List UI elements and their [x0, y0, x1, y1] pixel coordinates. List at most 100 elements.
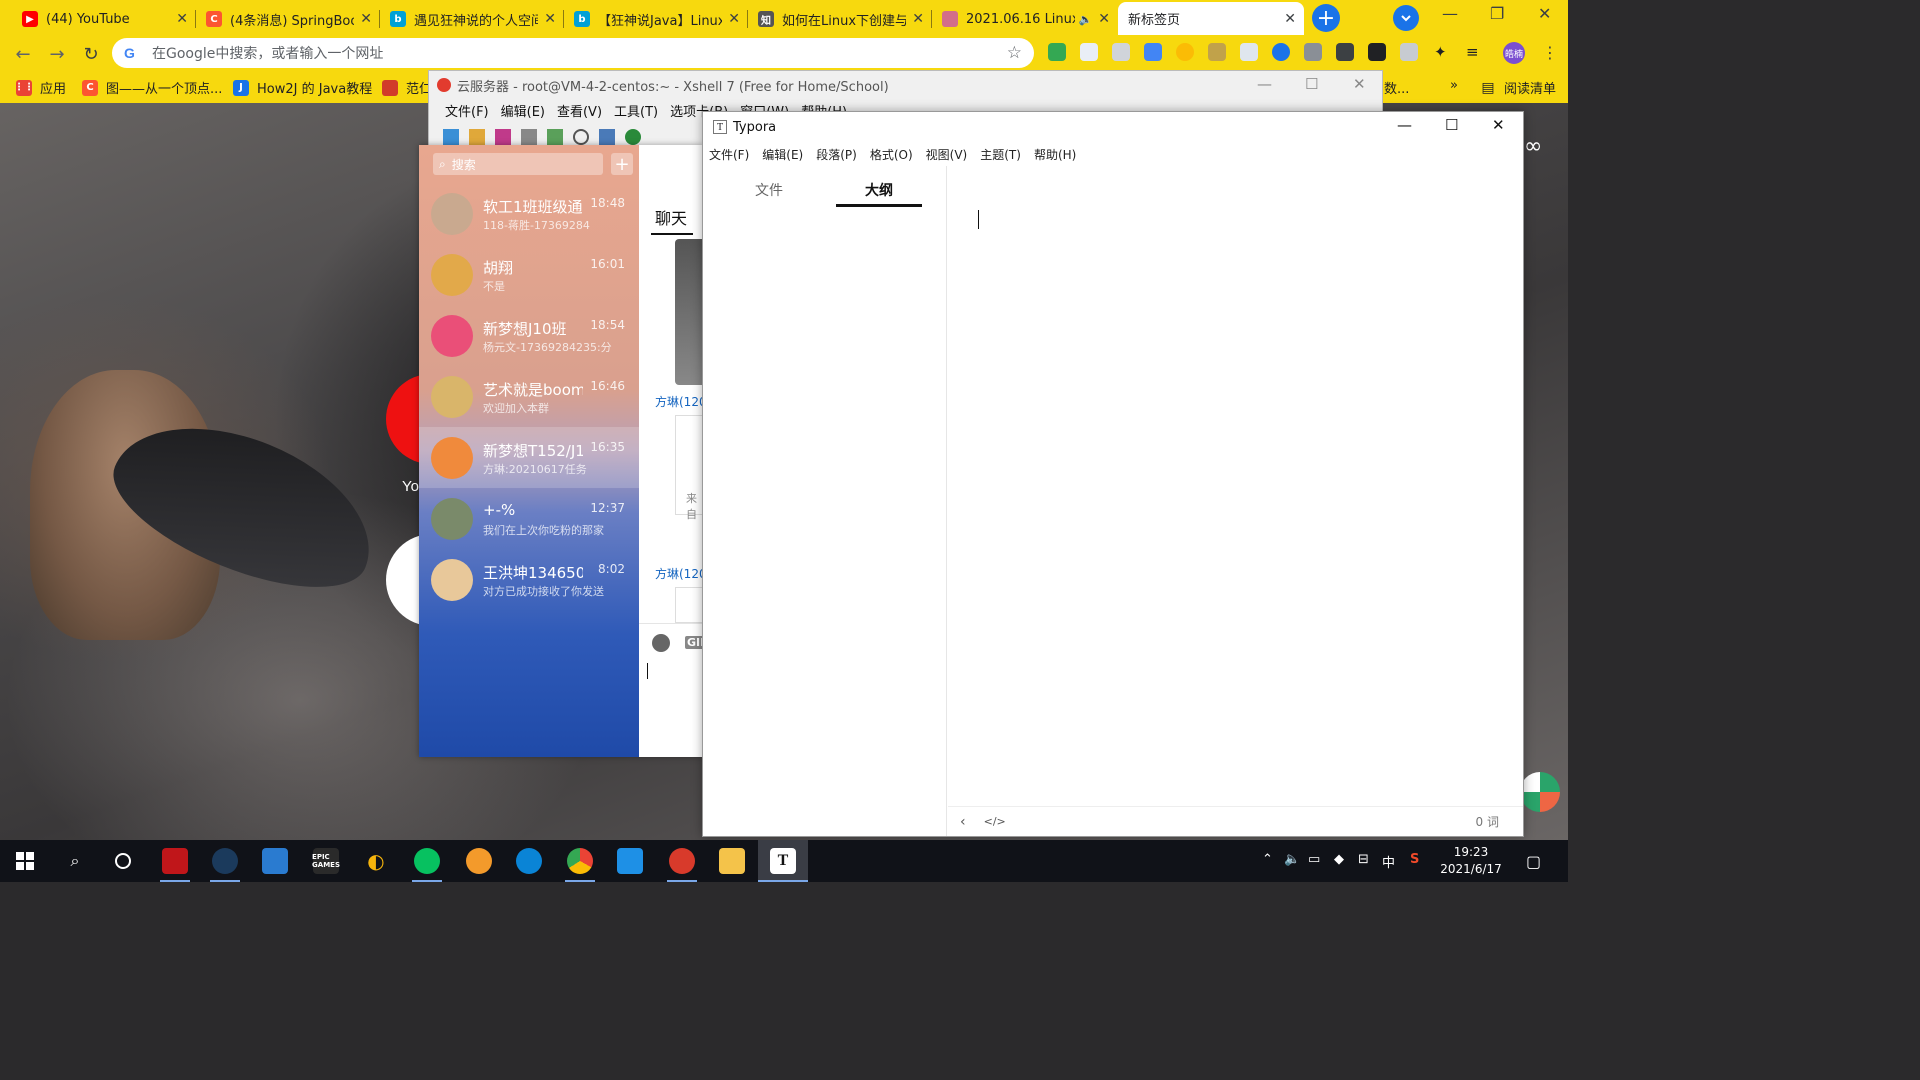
- disconnect-icon[interactable]: [521, 129, 537, 145]
- qq-conversation-item-selected[interactable]: 新梦想T152/J1 16:35 方琳:20210617任务: [419, 427, 639, 488]
- qq-add-button[interactable]: +: [611, 153, 633, 175]
- properties-icon[interactable]: [599, 129, 615, 145]
- restore-icon[interactable]: ❐: [1490, 4, 1504, 23]
- globe-icon[interactable]: [625, 129, 641, 145]
- xshell-menu-view[interactable]: 查看(V): [557, 101, 602, 120]
- typora-maximize-icon[interactable]: ☐: [1445, 116, 1458, 134]
- close-icon[interactable]: ✕: [728, 11, 740, 27]
- sogou-icon[interactable]: S: [1410, 852, 1419, 867]
- control-panel-icon[interactable]: [262, 848, 288, 874]
- close-window-icon[interactable]: ✕: [1538, 4, 1551, 23]
- tray-chevron-icon[interactable]: ⌃: [1262, 852, 1273, 867]
- typora-minimize-icon[interactable]: —: [1397, 116, 1412, 134]
- close-icon[interactable]: ✕: [360, 11, 372, 27]
- extension-icon[interactable]: [1048, 43, 1066, 61]
- emoji-icon[interactable]: [652, 634, 670, 652]
- address-bar[interactable]: G 在Google中搜索，或者输入一个网址 ☆: [112, 38, 1034, 68]
- ime-indicator[interactable]: 中: [1382, 852, 1395, 871]
- app-red-icon[interactable]: [162, 848, 188, 874]
- typora-menu-format[interactable]: 格式(O): [870, 146, 913, 163]
- toggle-sidebar-icon[interactable]: ‹: [960, 814, 966, 830]
- chat-image[interactable]: [675, 239, 703, 385]
- app-box-icon[interactable]: [466, 848, 492, 874]
- minimize-icon[interactable]: —: [1442, 4, 1458, 23]
- bookmark-apps[interactable]: ⋮⋮ 应用: [14, 78, 66, 97]
- extensions-puzzle-icon[interactable]: ✦: [1434, 43, 1452, 61]
- qq-conversation-item[interactable]: 艺术就是boom 16:46 欢迎加入本群: [419, 366, 639, 427]
- tab-new-tab[interactable]: 新标签页 ✕: [1118, 2, 1304, 35]
- clock[interactable]: 19:23 2021/6/17: [1440, 844, 1502, 878]
- wechat-icon[interactable]: [414, 848, 440, 874]
- menu-kebab-icon[interactable]: ⋮: [1542, 43, 1558, 62]
- translate-extension-icon[interactable]: [1144, 43, 1162, 61]
- tab-search-button[interactable]: [1393, 5, 1419, 31]
- tab-csdn[interactable]: C (4条消息) SpringBoo ✕: [196, 4, 380, 34]
- new-session-icon[interactable]: [443, 129, 459, 145]
- cortana-icon[interactable]: [110, 848, 136, 874]
- steam-icon[interactable]: [212, 848, 238, 874]
- speaker-icon[interactable]: 🔈: [1079, 13, 1093, 26]
- qq-conversation-item[interactable]: +-% 12:37 我们在上次你吃粉的那家: [419, 488, 639, 549]
- typora-close-icon[interactable]: ✕: [1492, 116, 1505, 134]
- app-tray-icon[interactable]: ◆: [1334, 852, 1344, 867]
- link-extension-icon[interactable]: [1112, 43, 1130, 61]
- blue-extension-icon[interactable]: [1272, 43, 1290, 61]
- typora-menu-file[interactable]: 文件(F): [709, 146, 749, 163]
- bookmark-star-icon[interactable]: ☆: [1007, 43, 1022, 63]
- bookmark-fan[interactable]: 范仁: [382, 78, 432, 97]
- forward-extension-icon[interactable]: [1400, 43, 1418, 61]
- file-explorer-icon[interactable]: [719, 848, 745, 874]
- tab-bilibili-space[interactable]: b 遇见狂神说的个人空间 ✕: [380, 4, 564, 34]
- close-icon[interactable]: ✕: [1284, 11, 1296, 27]
- more-bookmarks-button[interactable]: »: [1450, 78, 1458, 93]
- typora-menu-view[interactable]: 视图(V): [926, 146, 968, 163]
- tab-files[interactable]: 文件: [755, 180, 783, 200]
- forward-button[interactable]: →: [44, 41, 70, 67]
- xshell-menu-edit[interactable]: 编辑(E): [501, 101, 545, 120]
- orange-extension-icon[interactable]: [1176, 43, 1194, 61]
- qq-conversation-item[interactable]: 胡翔 16:01 不是: [419, 244, 639, 305]
- close-icon[interactable]: ✕: [912, 11, 924, 27]
- cloud-extension-icon[interactable]: [1080, 43, 1098, 61]
- typora-menu-help[interactable]: 帮助(H): [1034, 146, 1076, 163]
- back-button[interactable]: ←: [10, 41, 36, 67]
- xshell-maximize-icon[interactable]: ☐: [1305, 75, 1318, 93]
- edge-icon[interactable]: [516, 848, 542, 874]
- typora-menu-theme[interactable]: 主题(T): [980, 146, 1021, 163]
- find-icon[interactable]: [573, 129, 589, 145]
- typora-icon[interactable]: T: [770, 848, 796, 874]
- open-folder-icon[interactable]: [469, 129, 485, 145]
- reload-button[interactable]: ↻: [78, 41, 104, 67]
- tab-linux-notes[interactable]: 2021.06.16 Linux 🔈 ✕: [932, 4, 1118, 34]
- play-extension-icon[interactable]: [1336, 43, 1354, 61]
- battery-icon[interactable]: ▭: [1308, 852, 1320, 867]
- tampermonkey-icon[interactable]: [1208, 43, 1226, 61]
- start-icon[interactable]: [12, 848, 38, 874]
- close-icon[interactable]: ✕: [544, 11, 556, 27]
- typora-menu-edit[interactable]: 编辑(E): [762, 146, 803, 163]
- typora-editor[interactable]: [948, 166, 1523, 806]
- xshell-icon[interactable]: [669, 848, 695, 874]
- message-card[interactable]: [675, 587, 703, 623]
- epic-games-icon[interactable]: EPIC GAMES: [312, 848, 340, 874]
- xshell-minimize-icon[interactable]: —: [1257, 75, 1272, 93]
- message-sender[interactable]: 方琳(120: [655, 565, 707, 582]
- tab-outline[interactable]: 大纲: [865, 180, 893, 200]
- connect-icon[interactable]: [495, 129, 511, 145]
- qq-conversation-item[interactable]: 新梦想J10班 18:54 杨元文-17369284235:分: [419, 305, 639, 366]
- puzzle-box-extension-icon[interactable]: [1240, 43, 1258, 61]
- xshell-menu-file[interactable]: 文件(F): [445, 101, 489, 120]
- qq-conversation-item[interactable]: 王洪坤134650 8:02 对方已成功接收了你发送: [419, 549, 639, 610]
- source-code-icon[interactable]: </>: [984, 815, 1006, 828]
- shield-extension-icon[interactable]: [1368, 43, 1386, 61]
- volume-icon[interactable]: 🔈: [1284, 852, 1300, 867]
- xshell-menu-tools[interactable]: 工具(T): [614, 101, 658, 120]
- tab-youtube[interactable]: ▶ (44) YouTube ✕: [12, 4, 196, 34]
- qq-conversation-item[interactable]: 软工1班班级通 18:48 118-蒋胜-17369284: [419, 183, 639, 244]
- app-blue-icon[interactable]: [617, 848, 643, 874]
- qq-search-input[interactable]: ⌕ 搜索: [433, 153, 603, 175]
- qq-chat-tab[interactable]: 聊天: [655, 205, 687, 229]
- screen-extension-icon[interactable]: [1304, 43, 1322, 61]
- reading-list-button[interactable]: ▤ 阅读清单: [1480, 78, 1556, 98]
- profile-avatar[interactable]: 皓楠: [1503, 42, 1525, 64]
